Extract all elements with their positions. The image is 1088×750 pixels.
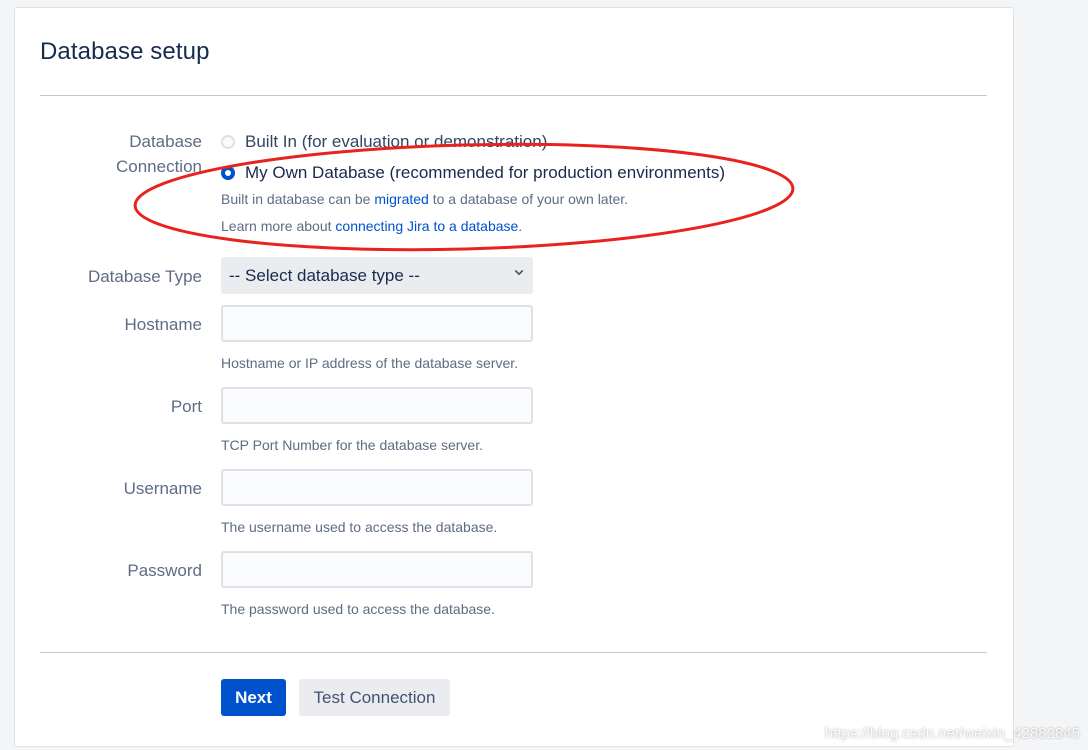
header-divider	[40, 95, 987, 96]
connection-label-line2: Connection	[115, 157, 202, 176]
hostname-input[interactable]	[221, 305, 533, 342]
watermark-text: https://blog.csdn.net/weixin_42882845	[824, 725, 1080, 742]
port-input[interactable]	[221, 387, 533, 424]
radio-builtin-control[interactable]	[221, 135, 235, 149]
database-type-select[interactable]: -- Select database type --	[221, 257, 533, 294]
radio-builtin-label: Built In (for evaluation or demonstratio…	[245, 132, 548, 151]
database-type-label: Database Type	[87, 267, 202, 286]
radio-own-database-control[interactable]	[221, 166, 235, 180]
help-learn-prefix: Learn more about	[221, 218, 336, 234]
database-setup-panel: Database setup Database Connection Built…	[14, 7, 1014, 747]
username-input[interactable]	[221, 469, 533, 506]
port-help: TCP Port Number for the database server.	[221, 437, 483, 453]
password-label: Password	[127, 561, 202, 580]
username-label: Username	[123, 479, 202, 498]
radio-own-database[interactable]: My Own Database (recommended for product…	[221, 162, 725, 184]
help-learn-suffix: .	[518, 218, 523, 234]
connection-help-learn-more: Learn more about connecting Jira to a da…	[221, 217, 522, 235]
password-input[interactable]	[221, 551, 533, 588]
footer-divider	[40, 652, 987, 653]
connection-help-migrate: Built in database can be migrated to a d…	[221, 190, 628, 208]
connecting-jira-link[interactable]: connecting Jira to a database	[335, 218, 518, 234]
hostname-help: Hostname or IP address of the database s…	[221, 355, 519, 371]
radio-own-database-label: My Own Database (recommended for product…	[245, 163, 725, 182]
username-help: The username used to access the database…	[221, 519, 498, 535]
connection-label-line1: Database	[129, 132, 202, 151]
test-connection-button[interactable]: Test Connection	[299, 679, 450, 716]
next-button[interactable]: Next	[221, 679, 286, 716]
help-migrate-prefix: Built in database can be	[221, 191, 375, 207]
chevron-down-icon	[515, 270, 523, 275]
connection-label: Database Connection	[116, 129, 202, 179]
page-title: Database setup	[40, 38, 210, 65]
database-type-value: -- Select database type --	[229, 265, 420, 285]
migrated-link[interactable]: migrated	[374, 191, 428, 207]
port-label: Port	[170, 397, 202, 416]
hostname-label: Hostname	[124, 315, 202, 334]
password-help: The password used to access the database…	[221, 601, 495, 617]
help-migrate-suffix: to a database of your own later.	[428, 191, 629, 207]
radio-builtin[interactable]: Built In (for evaluation or demonstratio…	[221, 131, 547, 153]
